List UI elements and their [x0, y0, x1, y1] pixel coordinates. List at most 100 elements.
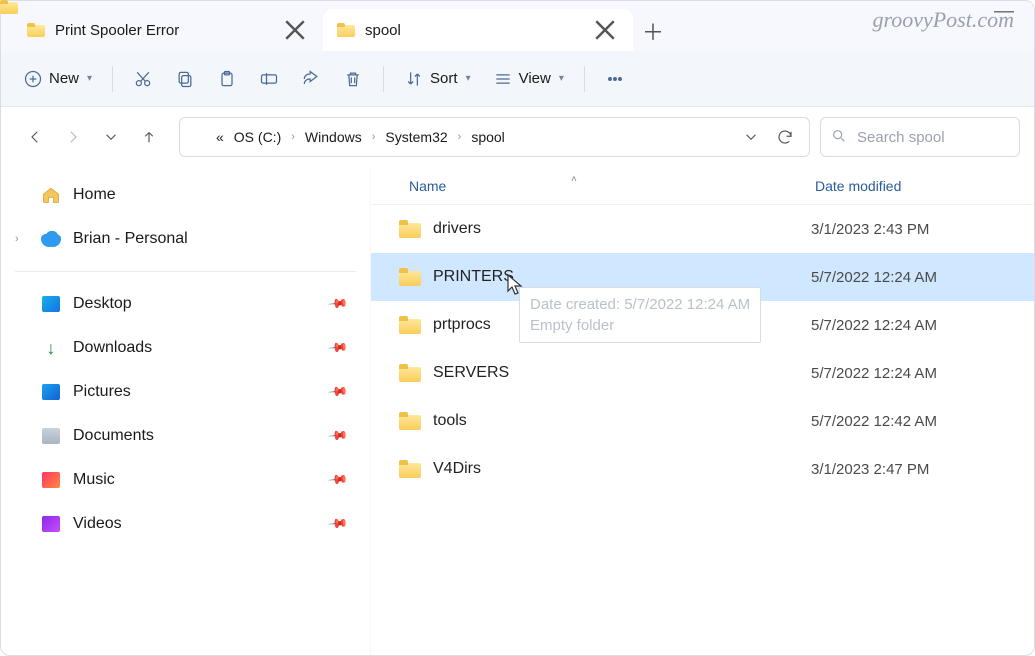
folder-icon: [27, 23, 45, 37]
folder-name: SERVERS: [433, 364, 509, 382]
sidebar-item-downloads[interactable]: ↓ Downloads 📌: [1, 326, 370, 370]
window-minimize-button[interactable]: —: [994, 0, 1014, 23]
folder-name: V4Dirs: [433, 460, 481, 478]
sort-button[interactable]: Sort ▾: [396, 61, 479, 97]
onedrive-icon: [41, 230, 61, 248]
separator: [383, 66, 384, 92]
tab-title: spool: [365, 22, 591, 39]
recent-locations-button[interactable]: [99, 125, 123, 149]
search-icon: [831, 128, 847, 147]
copy-button[interactable]: [167, 61, 203, 97]
scissors-icon: [133, 69, 153, 89]
folder-icon: [399, 364, 421, 382]
share-icon: [301, 69, 321, 89]
sidebar-item-label: Pictures: [73, 383, 131, 401]
documents-icon: [41, 427, 61, 445]
tab-close-button[interactable]: [591, 16, 619, 44]
tooltip-line: Empty folder: [530, 315, 750, 336]
folder-date: 5/7/2022 12:42 AM: [811, 413, 1034, 430]
pin-icon[interactable]: 📌: [327, 337, 350, 360]
chevron-right-icon[interactable]: ›: [15, 233, 19, 245]
tab-close-button[interactable]: [281, 16, 309, 44]
sidebar-item-pictures[interactable]: Pictures 📌: [1, 370, 370, 414]
chevron-down-icon: ▾: [466, 73, 471, 84]
column-header-date[interactable]: Date modified: [811, 178, 1034, 194]
new-tab-button[interactable]: ＋: [633, 11, 673, 51]
column-header-name[interactable]: ˄ Name: [371, 178, 811, 194]
folder-row[interactable]: drivers3/1/2023 2:43 PM: [371, 205, 1034, 253]
pin-icon[interactable]: 📌: [327, 513, 350, 536]
sidebar-divider: [15, 271, 356, 272]
tab-print-spooler-error[interactable]: Print Spooler Error: [13, 9, 323, 51]
folder-icon: [399, 268, 421, 286]
view-button[interactable]: View ▾: [485, 61, 572, 97]
separator: [112, 66, 113, 92]
folder-icon: [399, 316, 421, 334]
toolbar: New ▾: [1, 51, 1034, 107]
breadcrumb-os[interactable]: OS (C:): [232, 127, 283, 147]
chevron-right-icon: ›: [456, 131, 464, 143]
sort-ascending-icon: ˄: [571, 174, 577, 185]
pin-icon[interactable]: 📌: [327, 293, 350, 316]
pin-icon[interactable]: 📌: [327, 469, 350, 492]
search-input[interactable]: [855, 128, 1009, 147]
separator: [584, 66, 585, 92]
sidebar-item-desktop[interactable]: Desktop 📌: [1, 282, 370, 326]
cut-button[interactable]: [125, 61, 161, 97]
sidebar-item-home[interactable]: Home: [1, 173, 370, 217]
view-label: View: [519, 70, 551, 87]
folder-row[interactable]: V4Dirs 3/1/2023 2:47 PM: [371, 445, 1034, 493]
navigation-sidebar: Home › Brian - Personal Desktop 📌 ↓ Down…: [1, 167, 371, 656]
folder-name: PRINTERS: [433, 268, 514, 286]
sidebar-item-onedrive[interactable]: › Brian - Personal: [1, 217, 370, 261]
rename-button[interactable]: [251, 61, 287, 97]
sidebar-item-label: Documents: [73, 427, 154, 445]
music-icon: [41, 471, 61, 489]
folder-icon: [337, 23, 355, 37]
address-history-button[interactable]: [737, 123, 765, 151]
rename-icon: [259, 69, 279, 89]
nav-arrows: [15, 125, 169, 149]
chevron-down-icon: ▾: [87, 73, 92, 84]
more-button[interactable]: [597, 61, 633, 97]
trash-icon: [343, 69, 363, 89]
folder-icon: [190, 130, 208, 144]
forward-button[interactable]: [61, 125, 85, 149]
search-box[interactable]: [820, 117, 1020, 157]
pin-icon[interactable]: 📌: [327, 381, 350, 404]
folder-date: 3/1/2023 2:47 PM: [811, 461, 1034, 478]
new-label: New: [49, 70, 79, 87]
refresh-button[interactable]: [771, 123, 799, 151]
folder-name: tools: [433, 412, 467, 430]
tab-title: Print Spooler Error: [55, 22, 281, 39]
list-icon: [493, 69, 513, 89]
pictures-icon: [41, 383, 61, 401]
folder-icon: [399, 220, 421, 238]
clipboard-icon: [217, 69, 237, 89]
back-button[interactable]: [23, 125, 47, 149]
folder-row[interactable]: tools 5/7/2022 12:42 AM: [371, 397, 1034, 445]
breadcrumb-system32[interactable]: System32: [383, 127, 449, 147]
sidebar-item-documents[interactable]: Documents 📌: [1, 414, 370, 458]
sidebar-item-videos[interactable]: Videos 📌: [1, 502, 370, 546]
share-button[interactable]: [293, 61, 329, 97]
delete-button[interactable]: [335, 61, 371, 97]
folder-row[interactable]: SERVERS5/7/2022 12:24 AM: [371, 349, 1034, 397]
breadcrumb-overflow[interactable]: «: [214, 127, 226, 147]
breadcrumb-spool[interactable]: spool: [469, 127, 506, 147]
sidebar-item-label: Videos: [73, 515, 122, 533]
breadcrumb-windows[interactable]: Windows: [303, 127, 364, 147]
paste-button[interactable]: [209, 61, 245, 97]
address-bar[interactable]: « OS (C:) › Windows › System32 › spool: [179, 117, 810, 157]
new-button[interactable]: New ▾: [15, 61, 100, 97]
chevron-right-icon: ›: [370, 131, 378, 143]
home-icon: [41, 186, 61, 204]
pin-icon[interactable]: 📌: [327, 425, 350, 448]
tab-spool[interactable]: spool: [323, 9, 633, 51]
sidebar-item-music[interactable]: Music 📌: [1, 458, 370, 502]
sort-icon: [404, 69, 424, 89]
folder-date: 5/7/2022 12:24 AM: [811, 317, 1034, 334]
folder-name: drivers: [433, 220, 481, 238]
desktop-icon: [41, 295, 61, 313]
up-button[interactable]: [137, 125, 161, 149]
